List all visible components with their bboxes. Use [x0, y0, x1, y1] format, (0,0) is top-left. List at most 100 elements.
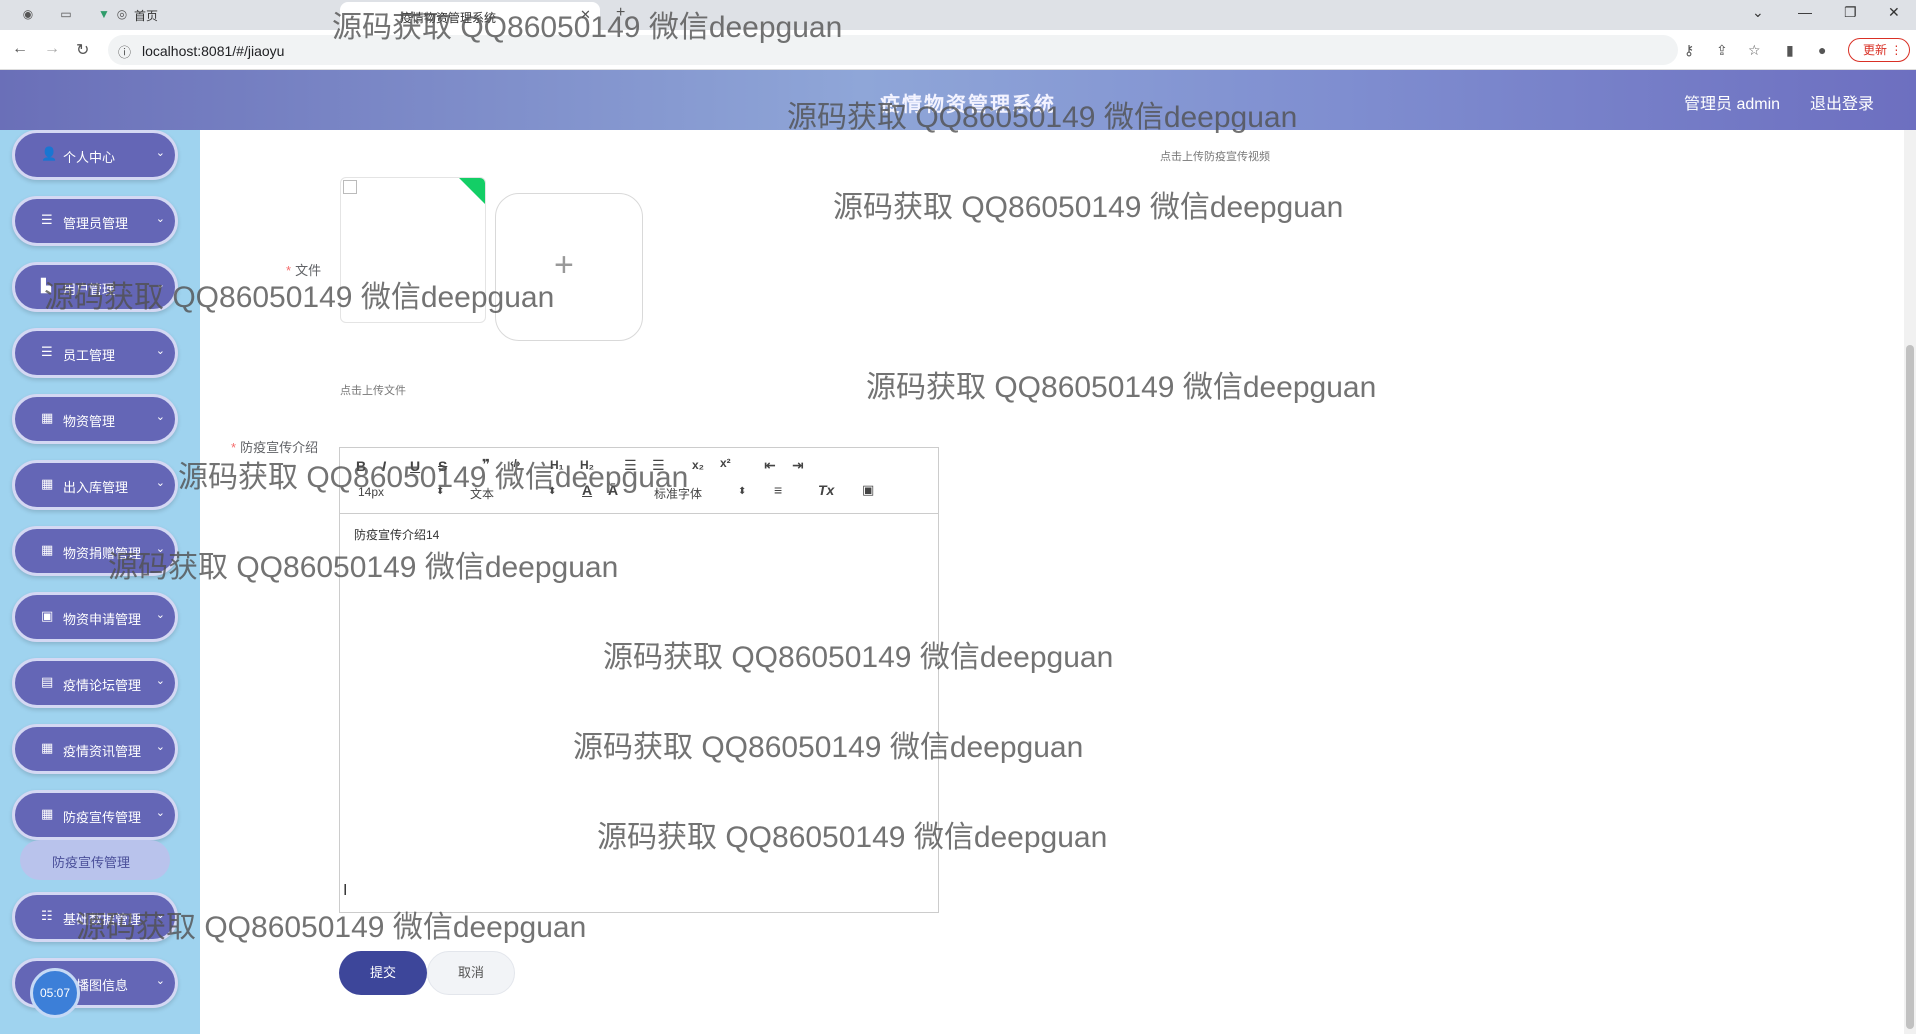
- app-title: 疫情物资管理系统: [880, 94, 1056, 116]
- submenu-item-label: 防疫宣传管理: [52, 855, 131, 870]
- heading-2-icon[interactable]: H₂: [580, 458, 594, 472]
- chevron-down-icon: ⌄: [155, 975, 165, 987]
- font-size-select[interactable]: 14px ⬍: [358, 485, 444, 499]
- site-info-icon[interactable]: ⓘ: [118, 42, 131, 61]
- sidebar-item-news[interactable]: ▦ 疫情资讯管理 ⌄: [12, 724, 178, 774]
- side-panel-icon[interactable]: ▮: [1786, 42, 1794, 59]
- grid-icon: ▦: [41, 410, 54, 425]
- profile-icon[interactable]: ●: [1818, 42, 1826, 58]
- chevron-down-icon: ⌄: [155, 807, 165, 819]
- file-upload-hint: 点击上传文件: [340, 385, 406, 397]
- sidebar-item-label: 管理员管理: [63, 216, 129, 231]
- chevron-down-icon: ⌄: [155, 147, 165, 159]
- font-size-value: 14px: [358, 485, 385, 499]
- uploaded-file-thumbnail[interactable]: [340, 177, 486, 323]
- sidebar-item-users[interactable]: ▙ 用户管理 ⌄: [12, 262, 178, 312]
- chevron-down-icon: ⌄: [155, 477, 165, 489]
- tab-close-icon[interactable]: ✕: [580, 7, 591, 23]
- align-icon[interactable]: ≡: [774, 482, 782, 498]
- close-window-icon[interactable]: ✕: [1888, 4, 1900, 21]
- clock-badge: 05:07: [30, 968, 80, 1018]
- logout-link[interactable]: 退出登录: [1810, 90, 1874, 114]
- url-field[interactable]: ⓘ localhost:8081/#/jiaoyu: [108, 35, 1678, 65]
- blockquote-icon[interactable]: ❞: [482, 456, 490, 473]
- image-icon[interactable]: ▣: [862, 482, 874, 498]
- submit-button[interactable]: 提交: [339, 951, 427, 995]
- upload-success-badge: [455, 178, 485, 207]
- tab-search-icon[interactable]: ⌄: [1752, 4, 1764, 21]
- clipboard-icon: ▤: [41, 674, 54, 689]
- text-cursor-icon: I: [343, 882, 348, 899]
- reload-icon[interactable]: ↻: [76, 40, 89, 60]
- chevron-down-icon: ⌄: [155, 741, 165, 753]
- scrollbar-thumb[interactable]: [1906, 345, 1914, 1029]
- heading-1-icon[interactable]: H₁: [550, 458, 564, 472]
- new-tab-icon[interactable]: +: [616, 4, 625, 22]
- tab-active-title: 疫情物资管理系统: [400, 11, 497, 25]
- sidebar-item-label: 物资管理: [63, 414, 116, 429]
- tab-active[interactable]: 疫情物资管理系统 ✕: [340, 2, 600, 30]
- editor-content[interactable]: 防疫宣传介绍14: [354, 526, 439, 543]
- superscript-icon[interactable]: x²: [720, 456, 731, 470]
- update-label: 更新: [1863, 43, 1888, 57]
- outdent-icon[interactable]: ⇤: [764, 457, 776, 474]
- sidebar-item-profile[interactable]: 👤 个人中心 ⌄: [12, 130, 178, 180]
- browser-menu-icon[interactable]: ◉: [20, 6, 36, 22]
- subscript-icon[interactable]: x₂: [692, 458, 704, 472]
- cancel-button[interactable]: 取消: [427, 951, 515, 995]
- font-color-icon[interactable]: A: [582, 482, 592, 498]
- sidebar-item-application[interactable]: ▣ 物资申请管理 ⌄: [12, 592, 178, 642]
- list-icon: ☰: [41, 212, 53, 227]
- sidebar-item-basic-data[interactable]: ☷ 基础数据管理 ⌄: [12, 892, 178, 942]
- sidebar-item-inout[interactable]: ▦ 出入库管理 ⌄: [12, 460, 178, 510]
- block-type-select[interactable]: 文本 ⬍: [470, 485, 556, 502]
- update-button[interactable]: 更新 ⋮: [1848, 38, 1910, 62]
- underline-icon[interactable]: U: [410, 458, 420, 474]
- intro-label: * 防疫宣传介绍: [231, 440, 319, 455]
- tab-home[interactable]: 首页: [134, 7, 158, 24]
- chart-icon: ▙: [41, 278, 51, 293]
- sidebar-item-donation[interactable]: ▦ 物资捐赠管理 ⌄: [12, 526, 178, 576]
- bullet-list-icon[interactable]: ☰: [652, 457, 665, 474]
- strikethrough-icon[interactable]: S: [438, 458, 447, 474]
- chevron-down-icon: ⌄: [155, 345, 165, 357]
- globe-icon: ◎: [116, 7, 128, 21]
- bold-icon[interactable]: B: [356, 458, 366, 474]
- sidebar-item-label: 基础数据管理: [63, 912, 142, 927]
- forward-icon[interactable]: →: [44, 40, 60, 58]
- chevron-down-icon: ⌄: [155, 675, 165, 687]
- bookmark-star-icon[interactable]: ☆: [1748, 42, 1761, 59]
- sidebar-item-publicity[interactable]: ▦ 防疫宣传管理 ⌄: [12, 790, 178, 840]
- sidebar-item-label: 个人中心: [63, 150, 116, 165]
- submenu-item-publicity[interactable]: 防疫宣传管理: [20, 840, 170, 880]
- chevron-down-icon: ⌄: [155, 543, 165, 555]
- indent-icon[interactable]: ⇥: [792, 457, 804, 474]
- broken-image-icon: [343, 180, 357, 194]
- sidebar-item-admin[interactable]: ☰ 管理员管理 ⌄: [12, 196, 178, 246]
- italic-icon[interactable]: I: [382, 458, 386, 474]
- chevron-down-icon: ⌄: [155, 411, 165, 423]
- code-block-icon[interactable]: ‹/›: [510, 458, 520, 470]
- vue-logo-icon[interactable]: ▼: [96, 6, 112, 22]
- video-upload-hint: 点击上传防疫宣传视频: [1160, 151, 1270, 163]
- font-family-select[interactable]: 标准字体 ⬍: [654, 485, 746, 502]
- sidebar-item-label: 出入库管理: [63, 480, 129, 495]
- back-icon[interactable]: ←: [12, 40, 28, 58]
- background-color-icon[interactable]: Ā: [608, 482, 618, 498]
- minimize-icon[interactable]: —: [1798, 4, 1812, 20]
- clear-format-icon[interactable]: Tx: [818, 482, 834, 498]
- ordered-list-icon[interactable]: ☰: [624, 457, 637, 474]
- grid-icon: ▦: [41, 806, 54, 821]
- sidebar-item-supplies[interactable]: ▦ 物资管理 ⌄: [12, 394, 178, 444]
- plus-icon: +: [554, 246, 574, 284]
- sidebar-item-label: 物资申请管理: [63, 612, 142, 627]
- sidebar-item-staff[interactable]: ☰ 员工管理 ⌄: [12, 328, 178, 378]
- editor-toolbar: B I U S ❞ ‹/› H₁ H₂ ☰ ☰ x₂ x² ⇤ ⇥ 14px ⬍ …: [340, 448, 938, 514]
- sidebar-item-forum[interactable]: ▤ 疫情论坛管理 ⌄: [12, 658, 178, 708]
- sliders-icon: ☷: [41, 908, 53, 923]
- restore-icon[interactable]: ❐: [1844, 4, 1857, 21]
- key-icon[interactable]: ⚷: [1684, 42, 1694, 59]
- file-upload-button[interactable]: +: [495, 193, 643, 341]
- tab-placeholder-icon[interactable]: ▭: [58, 6, 74, 22]
- share-icon[interactable]: ⇪: [1716, 42, 1728, 59]
